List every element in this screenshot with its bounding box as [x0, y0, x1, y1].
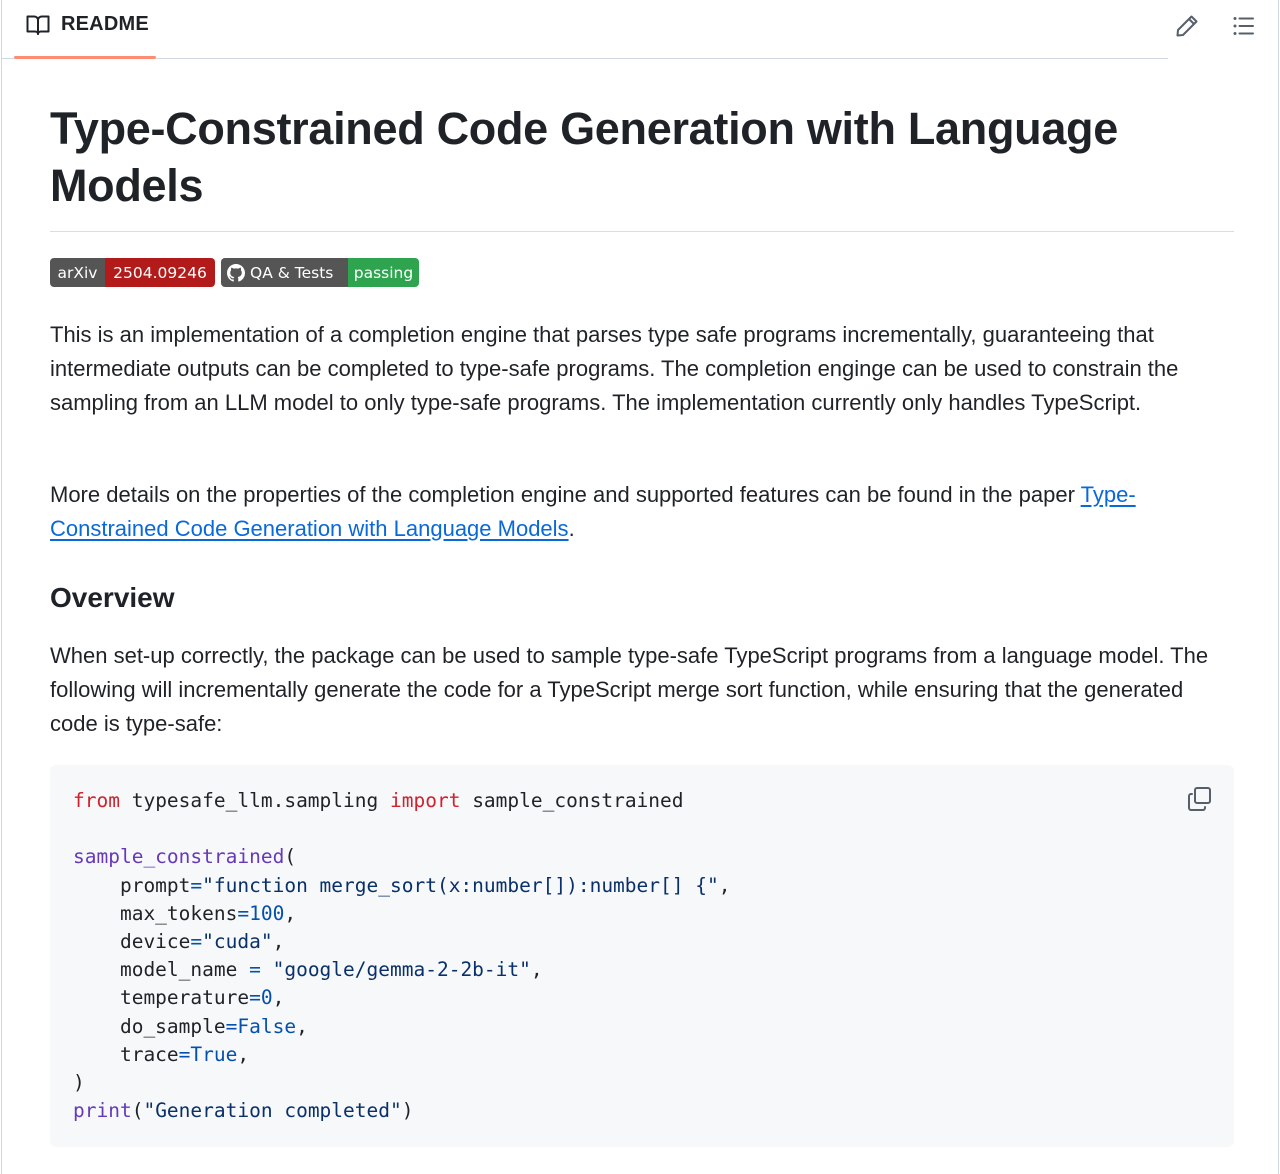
code-operator: = — [178, 1042, 191, 1066]
badge-label: arXiv — [50, 258, 105, 287]
section-heading: Overview — [50, 582, 175, 613]
code-arg-name: device — [73, 930, 191, 954]
overview-paragraph: When set-up correctly, the package can b… — [50, 643, 1209, 736]
github-icon — [227, 263, 245, 282]
book-icon — [26, 15, 50, 35]
code-arg-name: temperature — [73, 986, 250, 1010]
badge-label-group: QA & Tests — [221, 258, 348, 287]
code-arg-name: model_name — [73, 958, 250, 982]
readme-tab-label: README — [61, 13, 149, 35]
code-arg-value: "google/gemma-2-2b-it" — [260, 958, 531, 982]
page-title: Type-Constrained Code Generation with La… — [50, 100, 1234, 232]
code-operator: = — [190, 930, 203, 954]
code-function-call: sample_constrained — [73, 845, 285, 869]
code-arg-name: trace — [73, 1042, 179, 1066]
details-text: More details on the properties of the co… — [50, 482, 1081, 507]
readme-article: Type-Constrained Code Generation with La… — [50, 100, 1234, 1147]
code-keyword: import — [390, 789, 461, 812]
code-operator: = — [225, 1014, 238, 1038]
code-arg-value: 100 — [249, 901, 285, 925]
copy-icon — [1188, 787, 1211, 811]
details-paragraph: More details on the properties of the co… — [50, 478, 1234, 546]
intro-paragraph: This is an implementation of a completio… — [50, 322, 1179, 415]
code-content[interactable]: from typesafe_llm.sampling import sample… — [73, 787, 730, 1125]
code-operator: = — [249, 986, 261, 1010]
arxiv-badge[interactable]: arXiv 2504.09246 — [50, 258, 215, 287]
badge-value: passing — [348, 258, 419, 287]
header-divider — [156, 58, 1168, 59]
readme-container: README Type-Constrained Code Generation … — [1, 0, 1279, 1174]
code-function-call: print — [73, 1099, 132, 1123]
code-arg-name: do_sample — [73, 1014, 226, 1038]
code-block: from typesafe_llm.sampling import sample… — [50, 765, 1234, 1147]
code-keyword: from — [73, 789, 120, 812]
code-operator: = — [237, 901, 250, 925]
code-arg-value: True — [190, 1042, 238, 1066]
outline-button[interactable] — [1227, 10, 1259, 42]
code-arg-value: "function merge_sort(x:number[]):number[… — [202, 873, 719, 897]
code-string: "Generation completed" — [143, 1099, 402, 1123]
code-imported-name: sample_constrained — [460, 789, 684, 812]
pencil-icon — [1176, 15, 1198, 37]
code-arg-value: "cuda" — [202, 930, 273, 954]
qa-tests-badge[interactable]: QA & Tests passing — [221, 258, 419, 287]
list-icon — [1233, 17, 1254, 35]
badge-label: QA & Tests — [250, 263, 334, 282]
code-operator: = — [190, 873, 203, 897]
badge-value: 2504.09246 — [105, 258, 215, 287]
readme-header: README — [2, 0, 1280, 60]
details-end: . — [568, 516, 575, 541]
code-arg-name: max_tokens — [73, 901, 238, 925]
edit-file-button[interactable] — [1171, 10, 1203, 42]
header-divider — [2, 58, 14, 59]
code-operator: = — [249, 958, 261, 982]
code-arg-value: 0 — [260, 986, 273, 1010]
code-close-paren: ) — [73, 1071, 85, 1095]
readme-tab[interactable]: README — [14, 0, 156, 60]
code-arg-name: prompt — [73, 873, 191, 897]
code-arg-value: False — [237, 1014, 297, 1038]
copy-code-button[interactable] — [1183, 782, 1217, 816]
code-module: typesafe_llm.sampling — [119, 789, 390, 812]
active-tab-indicator — [14, 56, 156, 59]
